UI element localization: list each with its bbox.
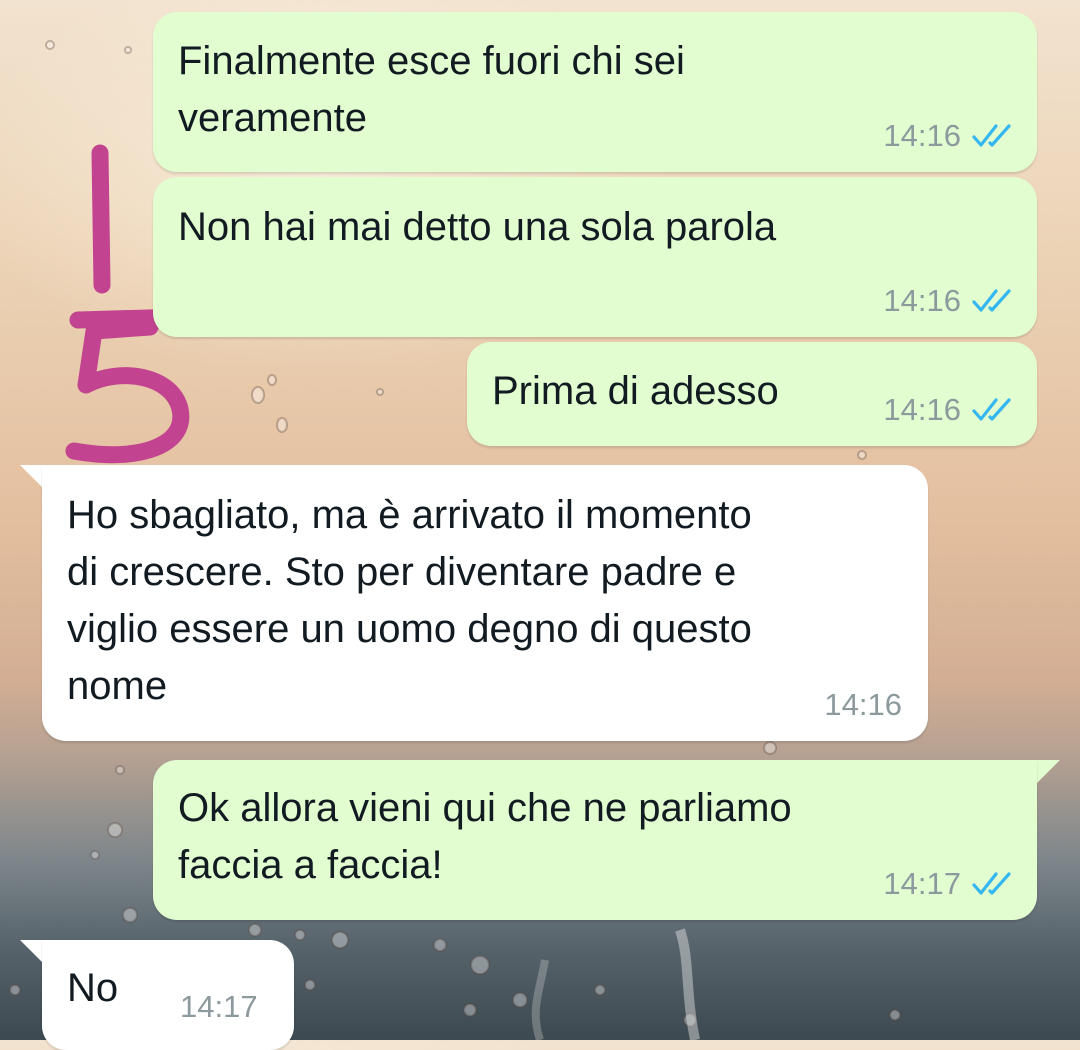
message-time: 14:16	[883, 283, 961, 318]
message-meta: 14:16	[824, 685, 902, 725]
message-time: 14:16	[883, 118, 961, 153]
message-time: 14:17	[180, 989, 258, 1024]
incoming-bubble-tail	[20, 940, 44, 964]
message-time: 14:16	[824, 687, 902, 722]
message-text: Ok allora vieni qui che ne parliamo facc…	[178, 786, 792, 887]
double-check-icon	[972, 124, 1011, 147]
message-meta: 14:17	[883, 864, 1015, 904]
message-text: Non hai mai detto una sola parola	[178, 205, 777, 249]
outgoing-message-bubble[interactable]: Prima di adesso 14:16	[467, 342, 1037, 446]
message-meta: 14:16	[883, 281, 1015, 321]
outgoing-message-bubble[interactable]: Finalmente esce fuori chi sei veramente …	[153, 12, 1037, 172]
message-text: Prima di adesso	[492, 369, 779, 413]
message-meta: 14:17	[180, 987, 258, 1027]
message-time: 14:16	[883, 392, 961, 427]
double-check-icon	[972, 289, 1011, 312]
incoming-message-bubble[interactable]: No 14:17	[42, 940, 294, 1050]
outgoing-message-bubble[interactable]: Ok allora vieni qui che ne parliamo facc…	[153, 760, 1037, 920]
message-meta: 14:16	[883, 390, 1015, 430]
message-meta: 14:16	[883, 116, 1015, 156]
message-time: 14:17	[883, 866, 961, 901]
outgoing-bubble-tail	[1036, 760, 1060, 784]
incoming-message-bubble[interactable]: Ho sbagliato, ma è arrivato il momento d…	[42, 465, 928, 741]
incoming-bubble-tail	[20, 465, 44, 489]
message-text: Ho sbagliato, ma è arrivato il momento d…	[67, 493, 752, 708]
message-text: No	[67, 966, 119, 1010]
message-text: Finalmente esce fuori chi sei veramente	[178, 39, 685, 140]
double-check-icon	[972, 872, 1011, 895]
outgoing-message-bubble[interactable]: Non hai mai detto una sola parola 14:16	[153, 177, 1037, 337]
double-check-icon	[972, 398, 1011, 421]
